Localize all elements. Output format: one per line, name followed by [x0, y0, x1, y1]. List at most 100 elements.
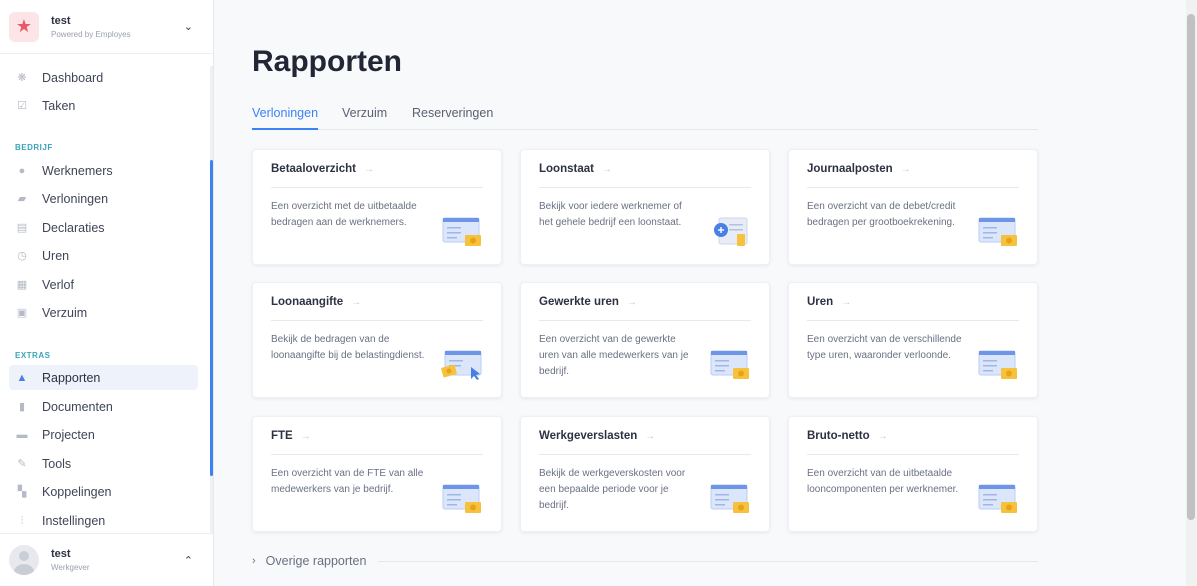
card-title: Bruto-netto	[807, 430, 870, 442]
other-reports-toggle[interactable]: › Overige rapporten	[252, 553, 1038, 569]
card-description: Een overzicht van de gewerkte uren van a…	[539, 334, 689, 377]
sidebar-item-documenten[interactable]: ▮ Documenten	[9, 394, 198, 419]
card-title: Loonaangifte	[271, 296, 344, 308]
sidebar-scrollbar[interactable]	[210, 160, 213, 476]
card-description: Een overzicht met de uitbetaalde bedrage…	[271, 201, 417, 228]
divider	[271, 454, 483, 455]
arrow-right-icon: →	[364, 164, 375, 175]
card-title: Journaalposten	[807, 163, 893, 175]
clock-icon: ◷	[17, 249, 27, 262]
card-description: Bekijk voor iedere werknemer of het gehe…	[539, 201, 682, 228]
sidebar-item-tools[interactable]: ✎ Tools	[9, 451, 198, 476]
report-card-journaalposten[interactable]: Journaalposten → Een overzicht van de deb…	[788, 149, 1038, 265]
report-money-icon	[710, 484, 749, 513]
medical-bag-icon: ▣	[16, 306, 28, 319]
star-icon: ★	[9, 11, 39, 42]
sidebar-item-dashboard[interactable]: ❋ Dashboard	[9, 65, 198, 90]
payslip-icon	[714, 217, 748, 246]
tax-declaration-icon	[441, 350, 482, 380]
card-description: Een overzicht van de verschillende type …	[807, 334, 962, 361]
report-tabs: Verloningen Verzuim Reserveringen	[252, 106, 1038, 130]
chevron-down-icon[interactable]: ⌄	[184, 20, 193, 33]
report-card-gewerkte-uren[interactable]: Gewerkte uren → Een overzicht van de gewe…	[520, 282, 770, 398]
sidebar-item-label: Documenten	[42, 399, 113, 414]
user-role: Werkgever	[51, 563, 90, 572]
org-name: test	[51, 14, 71, 27]
divider	[807, 454, 1019, 455]
divider	[271, 320, 483, 321]
other-reports-label: Overige rapporten	[265, 554, 367, 568]
folder-icon: ▬	[16, 428, 28, 441]
sidebar-item-label: Verlof	[42, 277, 74, 292]
report-money-icon	[442, 484, 481, 513]
dashboard-icon: ❋	[17, 71, 27, 84]
sidebar-item-instellingen[interactable]: ⫶ Instellingen	[9, 508, 198, 533]
grid-plus-icon: ▚	[17, 485, 27, 498]
wrench-icon: ✎	[17, 457, 27, 470]
document-icon: ▮	[18, 400, 26, 413]
page-title: Rapporten	[252, 45, 402, 78]
chevron-up-icon[interactable]: ⌃	[184, 554, 193, 567]
report-money-icon	[978, 350, 1017, 379]
section-bedrijf: BEDRIJF	[15, 143, 53, 152]
tab-reserveringen[interactable]: Reserveringen	[412, 106, 493, 130]
sidebar-item-projecten[interactable]: ▬ Projecten	[9, 422, 198, 447]
sidebar-item-label: Dashboard	[42, 70, 104, 85]
divider	[378, 560, 1038, 562]
arrow-right-icon: →	[841, 297, 852, 308]
report-money-icon	[710, 350, 749, 379]
card-description: Bekijk de bedragen van de loonaangifte b…	[271, 334, 425, 361]
sidebar-item-koppelingen[interactable]: ▚ Koppelingen	[9, 479, 198, 504]
card-title: FTE	[271, 430, 293, 442]
sidebar-item-verloningen[interactable]: ▰ Verloningen	[9, 186, 198, 211]
tab-verzuim[interactable]: Verzuim	[342, 106, 387, 130]
tab-verloningen[interactable]: Verloningen	[252, 106, 319, 130]
sidebar-item-label: Instellingen	[42, 513, 106, 528]
arrow-right-icon: →	[645, 431, 656, 442]
report-card-bruto-netto[interactable]: Bruto-netto → Een overzicht van de uitbet…	[788, 416, 1038, 532]
sidebar-item-label: Taken	[42, 98, 76, 113]
report-money-icon	[978, 484, 1017, 513]
report-card-uren[interactable]: Uren → Een overzicht van de verschillende…	[788, 282, 1038, 398]
report-money-icon	[442, 217, 481, 246]
divider	[539, 187, 751, 188]
arrow-right-icon: →	[900, 164, 911, 175]
sidebar-item-label: Projecten	[42, 427, 95, 442]
sidebar-item-label: Uren	[42, 248, 70, 263]
page-scrollbar[interactable]	[1187, 14, 1195, 520]
avatar	[9, 545, 39, 575]
sidebar-item-label: Declaraties	[42, 220, 105, 235]
sidebar-item-taken[interactable]: ☑ Taken	[9, 93, 198, 118]
section-extras: EXTRAS	[15, 351, 51, 360]
sidebar-item-uren[interactable]: ◷ Uren	[9, 243, 198, 268]
org-switcher[interactable]: ★ test Powered by Employes ⌄	[0, 0, 213, 54]
sidebar-item-verzuim[interactable]: ▣ Verzuim	[9, 300, 198, 325]
sidebar-item-verlof[interactable]: ▦ Verlof	[9, 272, 198, 297]
sidebar-item-declaraties[interactable]: ▤ Declaraties	[9, 215, 198, 240]
sidebar: ★ test Powered by Employes ⌄ ❋ Dashboard…	[0, 0, 214, 586]
chart-icon: ▲	[16, 371, 28, 384]
report-card-betaaloverzicht[interactable]: Betaaloverzicht → Een overzicht met de ui…	[252, 149, 502, 265]
card-title: Uren	[807, 296, 834, 308]
sidebar-item-label: Verzuim	[42, 305, 88, 320]
report-money-icon	[978, 217, 1017, 246]
sidebar-item-label: Tools	[42, 456, 72, 471]
arrow-right-icon: →	[601, 164, 612, 175]
card-description: Een overzicht van de FTE van alle medewe…	[271, 468, 424, 495]
user-menu[interactable]: test Werkgever ⌃	[0, 533, 213, 586]
report-card-werkgeverslasten[interactable]: Werkgeverslasten → Bekijk de werkgeversko…	[520, 416, 770, 532]
sidebar-item-rapporten[interactable]: ▲ Rapporten	[9, 365, 198, 390]
report-card-fte[interactable]: FTE → Een overzicht van de FTE van alle m…	[252, 416, 502, 532]
report-card-loonaangifte[interactable]: Loonaangifte → Bekijk de bedragen van de …	[252, 282, 502, 398]
report-card-loonstaat[interactable]: Loonstaat → Bekijk voor iedere werknemer …	[520, 149, 770, 265]
sidebar-item-werknemers[interactable]: ● Werknemers	[9, 158, 198, 183]
card-title: Gewerkte uren	[539, 296, 619, 308]
arrow-right-icon: →	[626, 297, 637, 308]
chevron-right-icon: ›	[252, 555, 256, 567]
divider	[271, 187, 483, 188]
card-description: Een overzicht van de uitbetaalde looncom…	[807, 468, 959, 495]
payroll-icon: ▰	[17, 192, 27, 205]
divider	[807, 320, 1019, 321]
sidebar-item-label: Rapporten	[42, 370, 101, 385]
card-title: Loonstaat	[539, 163, 594, 175]
